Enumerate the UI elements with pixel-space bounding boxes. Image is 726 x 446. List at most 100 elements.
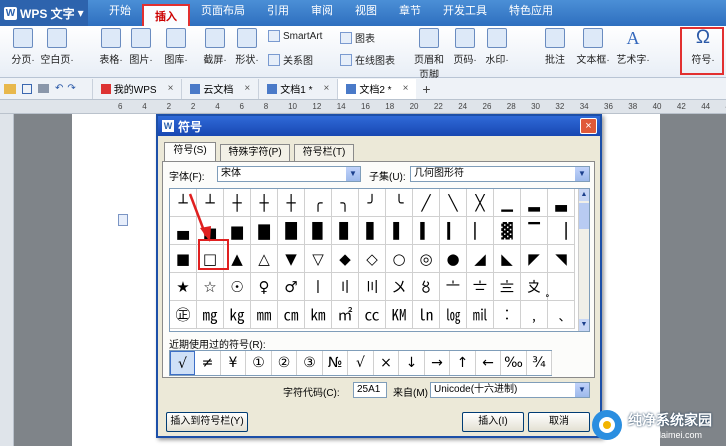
symbol-cell[interactable]: ▉ — [305, 217, 332, 245]
doc-tab-1[interactable]: 云文档 × — [181, 78, 258, 99]
symbol-cell[interactable]: ︰ — [494, 301, 521, 329]
font-select[interactable]: 宋体 ▼ — [217, 166, 361, 182]
undo-icon[interactable]: ↶ — [55, 83, 63, 94]
blank-page-button[interactable]: 空白页· — [38, 28, 76, 66]
symbol-cell[interactable]: ▼ — [278, 245, 305, 273]
header-footer-button[interactable]: 页眉和页脚 — [410, 28, 448, 81]
tab-1[interactable]: 插入 — [142, 4, 190, 26]
picture-button[interactable]: 图片· — [122, 28, 160, 66]
symbol-cell[interactable]: ▏ — [467, 217, 494, 245]
tab-3[interactable]: 引用 — [256, 0, 300, 22]
doc-tab-0[interactable]: 我的WPS × — [91, 78, 182, 99]
from-select[interactable]: Unicode(十六进制) ▼ — [430, 382, 590, 398]
recent-symbol[interactable]: ① — [247, 351, 272, 375]
symbol-cell[interactable]: ◣ — [494, 245, 521, 273]
tab-symbol-bar[interactable]: 符号栏(T) — [294, 144, 354, 161]
shape-button[interactable]: 形状· — [228, 28, 266, 66]
symbol-cell[interactable]: ▊ — [332, 217, 359, 245]
recent-symbol[interactable]: √ — [349, 351, 374, 375]
symbol-cell[interactable]: 〧 — [467, 273, 494, 301]
symbol-cell[interactable]: ㏑ — [413, 301, 440, 329]
close-icon[interactable]: × — [403, 83, 409, 94]
tab-7[interactable]: 开发工具 — [432, 0, 498, 22]
scroll-thumb[interactable] — [579, 203, 589, 229]
redo-icon[interactable]: ↷ — [67, 83, 75, 94]
symbol-cell[interactable]: ㊣ — [170, 301, 197, 329]
app-logo-button[interactable]: W WPS 文字 ▾ — [0, 0, 88, 26]
symbol-cell[interactable]: ┼ — [278, 189, 305, 217]
scroll-down-icon[interactable]: ▼ — [579, 319, 589, 331]
symbol-cell[interactable]: ㎏ — [224, 301, 251, 329]
symbol-cell[interactable]: 〡 — [305, 273, 332, 301]
dialog-titlebar[interactable]: W 符号 — [158, 116, 600, 136]
char-code-input[interactable]: 25A1 — [353, 382, 387, 398]
symbol-cell[interactable]: ◇ — [359, 245, 386, 273]
tab-8[interactable]: 特色应用 — [498, 0, 564, 22]
symbol-cell[interactable]: ㎝ — [278, 301, 305, 329]
recent-symbol[interactable]: ↓ — [400, 351, 425, 375]
doc-tab-3[interactable]: 文档2 * × — [337, 78, 417, 99]
cancel-button[interactable]: 取消 — [528, 412, 590, 432]
tab-special-chars[interactable]: 特殊字符(P) — [220, 144, 290, 161]
close-icon[interactable]: × — [323, 83, 329, 94]
symbol-cell[interactable]: ㏒ — [440, 301, 467, 329]
symbol-cell[interactable]: ◎ — [413, 245, 440, 273]
recent-symbol[interactable]: × — [374, 351, 399, 375]
symbol-cell[interactable]: ◢ — [467, 245, 494, 273]
symbol-cell[interactable]: ◆ — [332, 245, 359, 273]
symbol-cell[interactable]: ○ — [386, 245, 413, 273]
recent-symbol[interactable]: ② — [272, 351, 297, 375]
subset-select[interactable]: 几何图形符 ▼ — [410, 166, 590, 182]
comment-button[interactable]: 批注 — [536, 28, 574, 66]
recent-symbol[interactable]: ≠ — [196, 351, 221, 375]
symbol-cell[interactable]: ◤ — [521, 245, 548, 273]
symbol-cell[interactable]: ♂ — [278, 273, 305, 301]
symbol-cell[interactable]: ■ — [170, 245, 197, 273]
symbol-cell[interactable]: 〤 — [386, 273, 413, 301]
tab-2[interactable]: 页面布局 — [190, 0, 256, 22]
symbol-cell[interactable]: ▂ — [521, 189, 548, 217]
symbol-cell[interactable]: 〣 — [359, 273, 386, 301]
symbol-cell[interactable]: ㎡ — [332, 301, 359, 329]
symbol-cell[interactable]: 〨 — [494, 273, 521, 301]
symbol-cell[interactable]: ㎜ — [251, 301, 278, 329]
symbol-cell[interactable]: △ — [251, 245, 278, 273]
symbol-cell[interactable]: ㏎ — [386, 301, 413, 329]
symbol-cell[interactable]: 〪 — [548, 273, 575, 301]
symbol-cell[interactable]: ╳ — [467, 189, 494, 217]
close-icon[interactable]: × — [168, 83, 174, 94]
symbol-cell[interactable]: 〦 — [440, 273, 467, 301]
symbol-cell[interactable]: ☆ — [197, 273, 224, 301]
insert-to-bar-button[interactable]: 插入到符号栏(Y) — [166, 412, 248, 432]
scroll-up-icon[interactable]: ▲ — [579, 189, 589, 201]
page-break-button[interactable]: 分页· — [4, 28, 42, 66]
symbol-cell[interactable]: ▍ — [413, 217, 440, 245]
recent-symbol[interactable]: √ — [170, 351, 195, 375]
save-icon[interactable] — [22, 83, 32, 94]
close-button[interactable]: × — [580, 118, 597, 134]
textbox-button[interactable]: 文本框· — [574, 28, 612, 66]
recent-symbol[interactable]: ‰ — [502, 351, 527, 375]
symbol-cell[interactable]: ▁ — [494, 189, 521, 217]
symbol-cell[interactable]: ﹑ — [548, 301, 575, 329]
symbol-cell[interactable]: 〩 — [521, 273, 548, 301]
close-icon[interactable]: × — [244, 83, 250, 94]
symbol-cell[interactable]: ㎎ — [197, 301, 224, 329]
tab-5[interactable]: 视图 — [344, 0, 388, 22]
recent-symbol[interactable]: → — [425, 351, 450, 375]
recent-symbol[interactable]: ¥ — [221, 351, 246, 375]
symbol-cell[interactable]: ㏄ — [359, 301, 386, 329]
recent-symbol[interactable]: ↑ — [451, 351, 476, 375]
small-button-2[interactable]: 关系图 — [268, 52, 313, 67]
print-icon[interactable] — [38, 84, 49, 93]
recent-symbol[interactable]: ¾ — [527, 351, 552, 375]
symbol-cell[interactable]: ▌ — [386, 217, 413, 245]
symbol-cell[interactable]: ㎞ — [305, 301, 332, 329]
symbol-cell[interactable]: █ — [278, 217, 305, 245]
symbol-cell[interactable]: ﹐ — [521, 301, 548, 329]
small-button-3[interactable]: 在线图表 — [340, 52, 395, 67]
tab-4[interactable]: 审阅 — [300, 0, 344, 22]
recent-symbol[interactable]: ← — [476, 351, 501, 375]
symbol-cell[interactable]: 〢 — [332, 273, 359, 301]
wordart-button[interactable]: A 艺术字· — [614, 28, 652, 66]
